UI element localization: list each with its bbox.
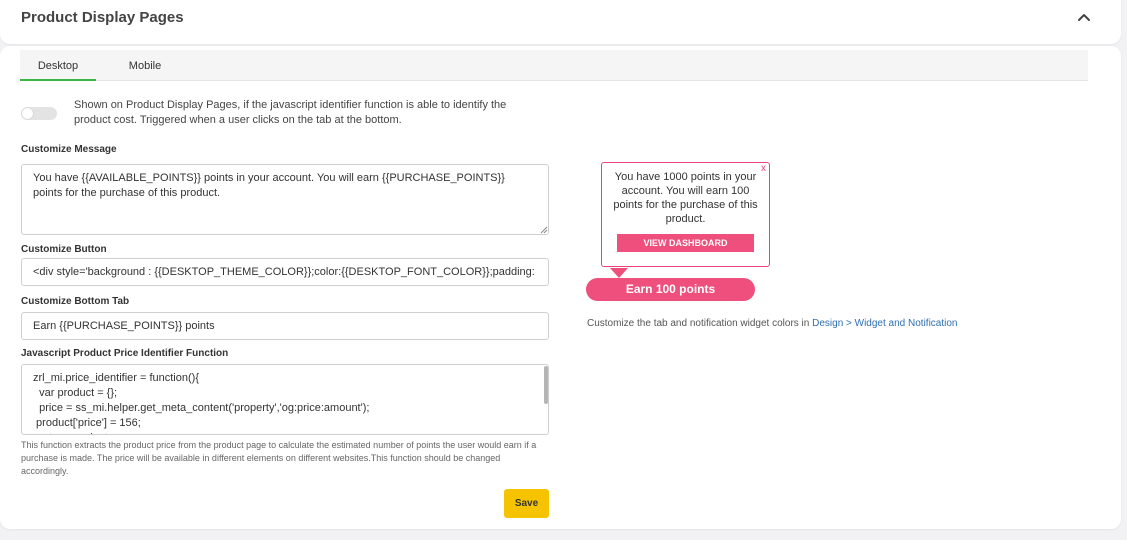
customize-message-field[interactable]: You have {{AVAILABLE_POINTS}} points in … [21,164,549,235]
earn-points-tab[interactable]: Earn 100 points [586,278,755,301]
notification-preview: x You have 1000 points in your account. … [601,162,770,267]
customize-button-field[interactable] [21,258,549,286]
js-function-label: Javascript Product Price Identifier Func… [21,348,229,359]
preview-message: You have 1000 points in your account. Yo… [613,171,758,225]
toggle-description: Shown on Product Display Pages, if the j… [74,99,507,126]
js-function-field[interactable]: zrl_mi.price_identifier = function(){ va… [21,364,549,435]
collapse-button[interactable] [1073,6,1095,28]
section-header: Product Display Pages [0,0,1121,44]
customize-bottom-tab-field[interactable] [21,312,549,340]
device-tabs: Desktop Mobile [20,50,1088,81]
popup-pointer [610,268,628,278]
page-title: Product Display Pages [21,9,184,26]
tab-mobile[interactable]: Mobile [115,50,175,81]
code-scrollbar[interactable] [544,366,548,404]
customize-note-text: Customize the tab and notification widge… [587,318,813,329]
widget-settings-link[interactable]: Design > Widget and Notification [812,318,957,329]
resize-grip-icon[interactable] [540,226,548,234]
toggle-knob [22,108,33,119]
tab-desktop[interactable]: Desktop [20,50,96,81]
customize-button-label: Customize Button [21,244,107,255]
view-dashboard-button[interactable]: VIEW DASHBOARD [617,234,754,252]
customize-bottom-tab-label: Customize Bottom Tab [21,296,130,307]
customize-note: Customize the tab and notification widge… [587,318,957,329]
close-icon[interactable]: x [761,163,766,174]
save-button[interactable]: Save [504,489,549,518]
customize-message-label: Customize Message [21,144,117,155]
js-function-help: This function extracts the product price… [21,440,537,476]
enable-toggle[interactable] [21,107,57,120]
chevron-up-icon [1078,14,1090,21]
settings-card: Desktop Mobile Shown on Product Display … [0,46,1121,529]
